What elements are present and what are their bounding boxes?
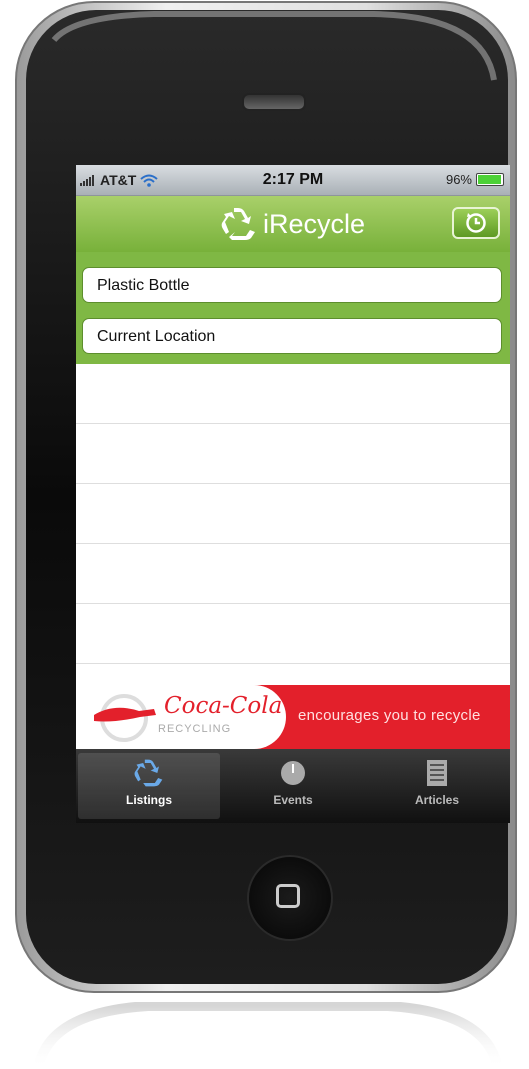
- phone-screen: AT&T 2:17 PM 96% iRecycle Plastic Bottle…: [76, 165, 510, 823]
- home-button[interactable]: [247, 855, 333, 941]
- results-list: [76, 364, 510, 684]
- recycle-icon: [134, 759, 163, 787]
- earpiece-speaker: [242, 93, 306, 111]
- tab-events[interactable]: Events: [222, 753, 364, 819]
- search-panel: Plastic Bottle Current Location: [76, 252, 510, 364]
- ad-tagline: encourages you to recycle: [298, 707, 481, 724]
- navigation-bar: iRecycle: [76, 196, 510, 252]
- document-icon: [427, 760, 447, 786]
- clock-icon: [281, 761, 305, 785]
- tab-bar: Listings Events Articles: [76, 749, 510, 823]
- coca-cola-logo: Coca-Cola RECYCLING: [76, 685, 286, 749]
- tab-articles[interactable]: Articles: [366, 753, 508, 819]
- bottle-recycle-icon: [94, 694, 156, 742]
- tab-label: Listings: [125, 793, 172, 807]
- battery-icon: [476, 173, 504, 186]
- iphone-device: AT&T 2:17 PM 96% iRecycle Plastic Bottle…: [14, 0, 519, 1000]
- list-item[interactable]: [76, 424, 510, 484]
- recycle-icon: [221, 208, 255, 240]
- list-item[interactable]: [76, 484, 510, 544]
- status-bar: AT&T 2:17 PM 96%: [76, 165, 510, 196]
- list-item[interactable]: [76, 604, 510, 664]
- ad-banner[interactable]: Coca-Cola RECYCLING encourages you to re…: [76, 685, 510, 749]
- material-search-field[interactable]: Plastic Bottle: [82, 267, 502, 303]
- phone-reflection: [33, 1002, 503, 1069]
- home-square-icon: [276, 884, 300, 908]
- tab-listings[interactable]: Listings: [78, 753, 220, 819]
- status-time: 2:17 PM: [262, 171, 324, 188]
- app-title-text: iRecycle: [262, 208, 366, 239]
- battery-percent: 96%: [445, 172, 472, 187]
- history-button[interactable]: [452, 207, 500, 239]
- brand-logo-text: Coca-Cola: [164, 693, 283, 719]
- clock-icon: [466, 213, 486, 233]
- status-right: 96%: [446, 172, 504, 187]
- list-item[interactable]: [76, 544, 510, 604]
- list-item[interactable]: [76, 364, 510, 424]
- tab-label: Articles: [414, 793, 460, 807]
- location-field[interactable]: Current Location: [82, 318, 502, 354]
- brand-sub-text: RECYCLING: [158, 723, 232, 735]
- tab-label: Events: [273, 793, 313, 807]
- app-title: iRecycle: [76, 208, 510, 240]
